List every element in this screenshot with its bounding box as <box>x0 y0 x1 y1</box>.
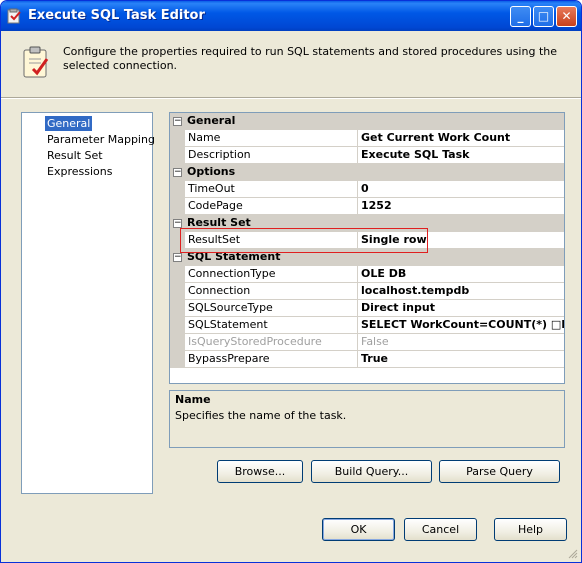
property-name: IsQueryStoredProcedure <box>185 334 358 351</box>
row-gutter <box>170 283 185 300</box>
property-name: SQLSourceType <box>185 300 358 317</box>
maximize-button[interactable]: □ <box>533 6 554 27</box>
property-description-panel: Name Specifies the name of the task. <box>169 390 565 448</box>
close-button[interactable]: ✕ <box>556 6 577 27</box>
row-gutter <box>170 198 185 215</box>
header-description: Configure the properties required to run… <box>63 45 557 72</box>
cancel-button[interactable]: Cancel <box>404 518 477 541</box>
property-value[interactable]: localhost.tempdb <box>358 283 564 300</box>
property-name: TimeOut <box>185 181 358 198</box>
property-name: ConnectionType <box>185 266 358 283</box>
property-value: False <box>358 334 564 351</box>
property-value[interactable]: True <box>358 351 564 368</box>
property-value[interactable]: OLE DB <box>358 266 564 283</box>
row-gutter <box>170 147 185 164</box>
category-options: − Options <box>170 164 564 181</box>
description-title: Name <box>175 393 211 406</box>
category-general: − General <box>170 113 564 130</box>
property-value[interactable]: Direct input <box>358 300 564 317</box>
property-value[interactable]: 0 <box>358 181 564 198</box>
window-title: Execute SQL Task Editor <box>28 8 205 23</box>
property-grid: − General Name Get Current Work Count De… <box>169 112 565 384</box>
property-row-name[interactable]: Name Get Current Work Count <box>170 130 564 147</box>
row-gutter <box>170 351 185 368</box>
category-result-set: − Result Set <box>170 215 564 232</box>
nav-item-result-set[interactable]: Result Set <box>45 148 105 163</box>
row-gutter <box>170 266 185 283</box>
nav-item-expressions[interactable]: Expressions <box>45 164 114 179</box>
property-value[interactable]: 1252 <box>358 198 564 215</box>
collapse-sql-statement-toggle[interactable]: − <box>173 253 182 262</box>
property-value[interactable]: Single row <box>358 232 564 249</box>
property-row-sqlstatement[interactable]: SQLStatement SELECT WorkCount=COUNT(*) □… <box>170 317 564 334</box>
row-gutter <box>170 232 185 249</box>
property-name: CodePage <box>185 198 358 215</box>
property-row-connectiontype[interactable]: ConnectionType OLE DB <box>170 266 564 283</box>
nav-item-general[interactable]: General <box>45 116 93 131</box>
property-row-timeout[interactable]: TimeOut 0 <box>170 181 564 198</box>
category-label: Options <box>187 165 236 178</box>
property-row-connection[interactable]: Connection localhost.tempdb <box>170 283 564 300</box>
row-gutter <box>170 300 185 317</box>
category-label: SQL Statement <box>187 250 281 263</box>
property-name: Connection <box>185 283 358 300</box>
page-navigation-list: General Parameter Mapping Result Set Exp… <box>21 112 155 494</box>
row-gutter <box>170 130 185 147</box>
header-separator <box>1 97 581 99</box>
property-row-isquerystoredprocedure: IsQueryStoredProcedure False <box>170 334 564 351</box>
property-value[interactable]: Get Current Work Count <box>358 130 564 147</box>
property-name: Description <box>185 147 358 164</box>
property-name: SQLStatement <box>185 317 358 334</box>
property-name: BypassPrepare <box>185 351 358 368</box>
category-label: General <box>187 114 236 127</box>
row-gutter <box>170 317 185 334</box>
property-row-description[interactable]: Description Execute SQL Task <box>170 147 564 164</box>
row-gutter <box>170 334 185 351</box>
browse-button[interactable]: Browse... <box>217 460 303 483</box>
execute-sql-task-editor-window: Execute SQL Task Editor _ □ ✕ Configure … <box>0 0 582 563</box>
category-sql-statement: − SQL Statement <box>170 249 564 266</box>
build-query-button[interactable]: Build Query... <box>311 460 432 483</box>
sql-task-icon <box>7 8 21 24</box>
description-text: Specifies the name of the task. <box>175 409 347 422</box>
ok-button[interactable]: OK <box>322 518 395 541</box>
property-row-sqlsourcetype[interactable]: SQLSourceType Direct input <box>170 300 564 317</box>
property-name: Name <box>185 130 358 147</box>
parse-query-button[interactable]: Parse Query <box>439 460 560 483</box>
collapse-result-set-toggle[interactable]: − <box>173 219 182 228</box>
property-value[interactable]: SELECT WorkCount=COUNT(*) □FRO <box>358 317 564 334</box>
clipboard-checklist-icon <box>23 46 49 78</box>
property-name: ResultSet <box>185 232 358 249</box>
row-gutter <box>170 181 185 198</box>
property-row-resultset[interactable]: ResultSet Single row <box>170 232 564 249</box>
category-label: Result Set <box>187 216 251 229</box>
resize-grip-icon[interactable] <box>568 549 578 559</box>
collapse-options-toggle[interactable]: − <box>173 168 182 177</box>
nav-item-parameter-mapping[interactable]: Parameter Mapping <box>45 132 157 147</box>
property-row-codepage[interactable]: CodePage 1252 <box>170 198 564 215</box>
title-bar[interactable]: Execute SQL Task Editor _ □ ✕ <box>1 1 581 31</box>
minimize-button[interactable]: _ <box>510 6 531 27</box>
property-value[interactable]: Execute SQL Task <box>358 147 564 164</box>
collapse-general-toggle[interactable]: − <box>173 117 182 126</box>
property-row-bypassprepare[interactable]: BypassPrepare True <box>170 351 564 368</box>
help-button[interactable]: Help <box>494 518 567 541</box>
